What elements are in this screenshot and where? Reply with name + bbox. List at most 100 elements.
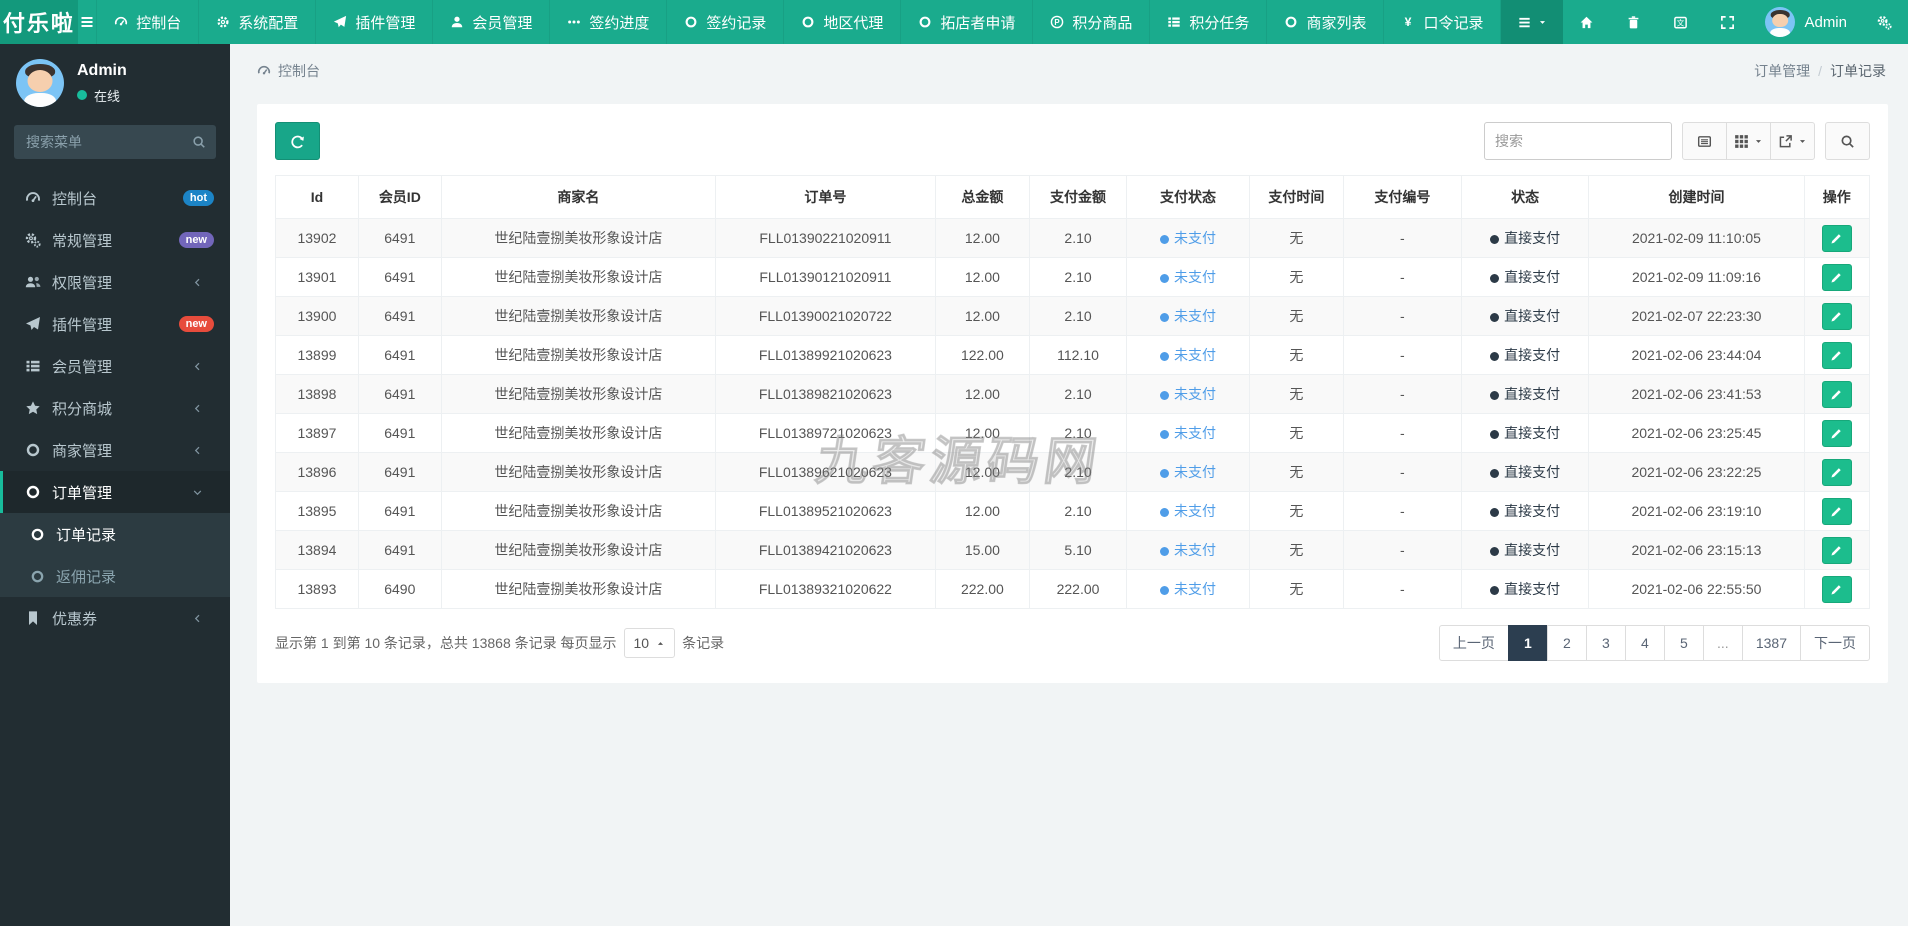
sidebar-item-7[interactable]: 商家管理 <box>0 429 230 471</box>
page-button[interactable]: 1387 <box>1741 625 1801 661</box>
cell-created: 2021-02-06 22:55:50 <box>1588 569 1805 609</box>
sidebar-item-4[interactable]: 插件管理 new <box>0 303 230 345</box>
edit-button[interactable] <box>1821 224 1852 252</box>
topnav-item-4[interactable]: 会员管理 <box>433 0 551 44</box>
cell-created: 2021-02-06 23:41:53 <box>1588 374 1805 414</box>
cell-id: 13894 <box>275 530 359 570</box>
cell-merchant: 世纪陆壹捌美妆形象设计店 <box>440 413 716 453</box>
search-icon <box>1840 134 1855 149</box>
sidebar-subitem-1[interactable]: 订单记录 <box>0 513 230 555</box>
edit-button[interactable] <box>1821 575 1852 603</box>
topnav-item-12[interactable]: ¥ 口令记录 <box>1384 0 1502 44</box>
nav-overflow-dropdown[interactable] <box>1501 0 1564 44</box>
settings-button[interactable] <box>1861 0 1908 44</box>
circle-icon <box>1284 15 1298 29</box>
refresh-button[interactable] <box>275 122 320 160</box>
caret-down-icon <box>1538 18 1547 27</box>
column-header[interactable]: 商家名 <box>440 175 716 219</box>
advanced-search-button[interactable] <box>1825 122 1870 160</box>
pencil-icon <box>1830 466 1843 479</box>
topnav-item-1[interactable]: 控制台 <box>97 0 200 44</box>
unpaid-status-dot <box>1160 547 1169 556</box>
column-header[interactable]: 创建时间 <box>1588 175 1805 219</box>
sidebar-item-6[interactable]: 积分商城 <box>0 387 230 429</box>
breadcrumb: 控制台 订单管理 / 订单记录 <box>230 44 1908 94</box>
page-button[interactable]: 2 <box>1546 625 1587 661</box>
edit-button[interactable] <box>1821 263 1852 291</box>
sidebar-user-status: 在线 <box>77 86 127 105</box>
sidebar-item-5[interactable]: 会员管理 <box>0 345 230 387</box>
tasks-icon <box>25 358 41 374</box>
edit-button[interactable] <box>1821 497 1852 525</box>
column-header[interactable]: 状态 <box>1460 175 1590 219</box>
topnav-item-6[interactable]: 签约记录 <box>667 0 785 44</box>
table-search-input[interactable] <box>1484 122 1672 160</box>
detail-view-button[interactable] <box>1682 122 1727 160</box>
sidebar-item-9[interactable]: 优惠券 <box>0 597 230 639</box>
column-header[interactable]: 支付金额 <box>1028 175 1128 219</box>
svg-text:¥: ¥ <box>1405 15 1412 29</box>
fullscreen-button[interactable] <box>1704 0 1751 44</box>
topnav-item-5[interactable]: 签约进度 <box>550 0 668 44</box>
topnav-item-10[interactable]: 积分任务 <box>1150 0 1268 44</box>
cell-pay-time: 无 <box>1248 491 1344 531</box>
sidebar-item-1[interactable]: 控制台 hot <box>0 177 230 219</box>
sidebar-item-8[interactable]: 订单管理 <box>0 471 230 513</box>
page-button[interactable]: 3 <box>1585 625 1626 661</box>
sidebar-toggle-button[interactable] <box>78 0 98 44</box>
page-next-button[interactable]: 下一页 <box>1800 625 1870 661</box>
cell-status: 直接支付 <box>1460 374 1590 414</box>
sidebar-item-2[interactable]: 常规管理 new <box>0 219 230 261</box>
edit-button[interactable] <box>1821 302 1852 330</box>
edit-button[interactable] <box>1821 419 1852 447</box>
sidebar-item-3[interactable]: 权限管理 <box>0 261 230 303</box>
topnav-item-9[interactable]: P 积分商品 <box>1033 0 1151 44</box>
topnav-item-3[interactable]: 插件管理 <box>316 0 434 44</box>
page-prev-button[interactable]: 上一页 <box>1438 625 1509 661</box>
edit-button[interactable] <box>1821 341 1852 369</box>
user-menu[interactable]: Admin <box>1751 0 1861 44</box>
cell-pay-status: 未支付 <box>1126 452 1250 492</box>
sidebar-item-label: 积分商城 <box>52 400 113 418</box>
edit-button[interactable] <box>1821 536 1852 564</box>
topnav-item-8[interactable]: 拓店者申请 <box>901 0 1034 44</box>
clear-cache-button[interactable] <box>1610 0 1657 44</box>
unpaid-status-dot <box>1160 352 1169 361</box>
column-header[interactable]: Id <box>275 175 359 219</box>
page-button[interactable]: 5 <box>1663 625 1704 661</box>
home-button[interactable] <box>1563 0 1610 44</box>
cell-pay-no: - <box>1342 296 1462 336</box>
breadcrumb-parent[interactable]: 订单管理 <box>1754 61 1810 81</box>
caret-down-icon <box>1754 137 1763 146</box>
column-header[interactable]: 总金额 <box>934 175 1030 219</box>
breadcrumb-current[interactable]: 控制台 <box>278 61 320 81</box>
brand-logo: 付乐啦 <box>0 0 78 44</box>
column-header[interactable]: 支付状态 <box>1126 175 1250 219</box>
menu-search-input[interactable] <box>14 125 216 159</box>
columns-dropdown-button[interactable] <box>1726 122 1771 160</box>
table-row: 13896 6491 世纪陆壹捌美妆形象设计店 FLL01389621020623 12… <box>275 452 1871 492</box>
gear-icon <box>216 15 230 29</box>
page-button[interactable]: 4 <box>1624 625 1665 661</box>
language-button[interactable]: 文 <box>1657 0 1704 44</box>
topnav-item-label: 插件管理 <box>355 14 416 32</box>
column-header[interactable]: 订单号 <box>714 175 936 219</box>
sidebar-subitem-2[interactable]: 返佣记录 <box>0 555 230 597</box>
column-header[interactable]: 支付时间 <box>1248 175 1344 219</box>
column-header[interactable]: 操作 <box>1803 175 1871 219</box>
edit-button[interactable] <box>1821 380 1852 408</box>
topnav-item-7[interactable]: 地区代理 <box>784 0 902 44</box>
sidebar-item-label: 订单管理 <box>52 484 113 502</box>
cell-created: 2021-02-06 23:19:10 <box>1588 491 1805 531</box>
page-size-dropdown[interactable]: 10 <box>623 628 676 658</box>
export-dropdown-button[interactable] <box>1770 122 1815 160</box>
column-header[interactable]: 支付编号 <box>1342 175 1462 219</box>
column-header[interactable]: 会员ID <box>357 175 442 219</box>
topnav-item-11[interactable]: 商家列表 <box>1267 0 1385 44</box>
page-button[interactable]: 1 <box>1507 625 1548 661</box>
pencil-icon <box>1830 505 1843 518</box>
table-row: 13893 6490 世纪陆壹捌美妆形象设计店 FLL01389321020622 22… <box>275 569 1871 609</box>
edit-button[interactable] <box>1821 458 1852 486</box>
topnav-item-2[interactable]: 系统配置 <box>199 0 317 44</box>
pay-type-dot <box>1490 274 1500 283</box>
